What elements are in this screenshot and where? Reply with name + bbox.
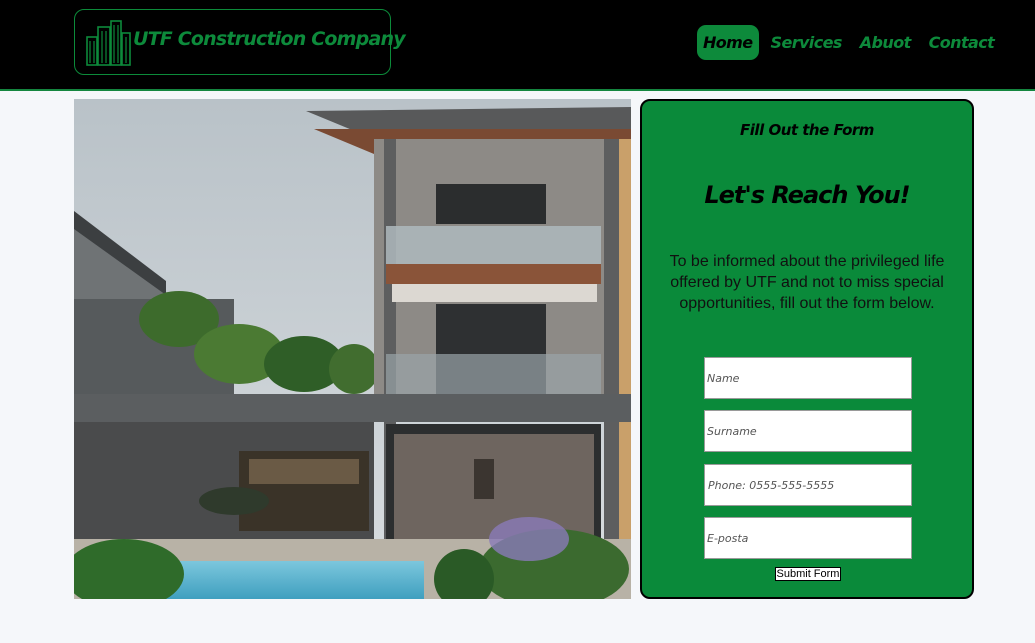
form-description: To be informed about the privileged life…	[669, 253, 945, 312]
phone-input[interactable]	[704, 464, 912, 506]
surname-input[interactable]	[704, 410, 912, 452]
nav-about[interactable]: Abuot	[854, 25, 917, 60]
form-kicker: Fill Out the Form	[740, 121, 874, 139]
brand-name: UTF Construction Company	[133, 28, 406, 50]
nav-contact[interactable]: Contact	[923, 25, 1001, 60]
email-input[interactable]	[704, 517, 912, 559]
submit-form-button[interactable]: Submit Form	[775, 567, 841, 581]
city-buildings-icon	[86, 20, 131, 66]
main-nav: Home Services Abuot Contact	[697, 25, 1006, 60]
form-title: Let's Reach You!	[704, 181, 910, 209]
contact-form-panel: Fill Out the Form Let's Reach You! To be…	[640, 99, 974, 599]
nav-services[interactable]: Services	[765, 25, 848, 60]
modern-villa-illustration	[74, 99, 631, 599]
top-navigation-bar: UTF Construction Company Home Services A…	[0, 0, 1035, 91]
brand-logo-link[interactable]: UTF Construction Company	[74, 9, 406, 75]
name-input[interactable]	[704, 357, 912, 399]
hero-villa-image	[74, 99, 631, 599]
nav-home[interactable]: Home	[697, 25, 759, 60]
